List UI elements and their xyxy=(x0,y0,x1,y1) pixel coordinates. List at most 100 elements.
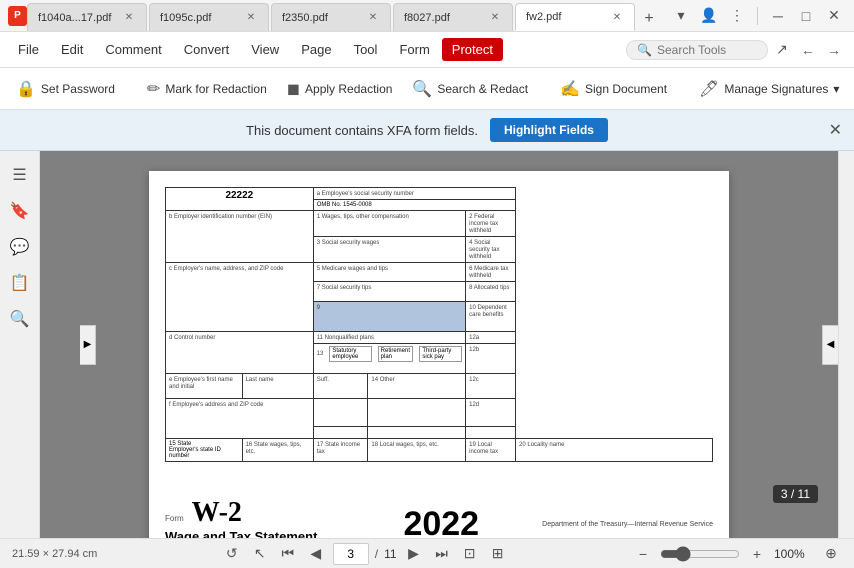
form-title: Wage and Tax Statement xyxy=(165,529,340,539)
dropdown-arrow-icon: ▾ xyxy=(833,82,839,96)
collapse-left-button[interactable]: ▶ xyxy=(80,325,96,365)
menu-view[interactable]: View xyxy=(241,38,289,61)
page-input[interactable] xyxy=(333,543,369,565)
box13-cell: 13 Statutory employee Retirement plan Th… xyxy=(313,344,465,374)
close-tab-icon[interactable]: ✕ xyxy=(244,11,258,25)
minimize-button[interactable]: ─ xyxy=(766,4,790,28)
pointer-button[interactable]: ↖ xyxy=(249,543,271,565)
back-icon[interactable]: ← xyxy=(796,38,820,62)
menu-edit[interactable]: Edit xyxy=(51,38,93,61)
box12c-cell: 12c xyxy=(466,374,516,399)
search-redact-icon: 🔍 xyxy=(412,79,432,99)
menu-tool[interactable]: Tool xyxy=(344,38,388,61)
form-year: 2022 xyxy=(403,505,479,538)
sidebar-menu-icon[interactable]: ☰ xyxy=(4,159,36,191)
apply-redaction-label: Apply Redaction xyxy=(305,82,392,96)
box3-cell: 3 Social security wages xyxy=(313,237,465,263)
restore-button[interactable]: □ xyxy=(794,4,818,28)
set-password-label: Set Password xyxy=(41,82,115,96)
mark-redaction-button[interactable]: ✏ Mark for Redaction xyxy=(139,75,275,103)
sidebar-comment-icon[interactable]: 💬 xyxy=(4,231,36,263)
close-tab-icon[interactable]: ✕ xyxy=(488,11,502,25)
prev-page-button[interactable]: ◀ xyxy=(305,543,327,565)
menu-file[interactable]: File xyxy=(8,38,49,61)
sign-document-label: Sign Document xyxy=(585,82,667,96)
page-total: 11 xyxy=(384,547,396,561)
page-badge: 3 / 11 xyxy=(773,485,818,503)
set-password-button[interactable]: 🔒 Set Password xyxy=(8,75,123,103)
xfa-message: This document contains XFA form fields. xyxy=(246,123,478,138)
box1-cell: 1 Wages, tips, other compensation xyxy=(313,211,465,237)
ein-label-cell: b Employer identification number (EIN) xyxy=(166,211,314,263)
mark-icon: ✏ xyxy=(147,79,160,99)
tab-f2350[interactable]: f2350.pdf ✕ xyxy=(271,3,391,31)
last-name-cell: Last name xyxy=(242,374,313,399)
new-tab-button[interactable]: + xyxy=(637,7,661,31)
protect-toolbar: 🔒 Set Password ✏ Mark for Redaction ◼ Ap… xyxy=(0,68,854,110)
lock-icon: 🔒 xyxy=(16,79,36,99)
tab-f1040a[interactable]: f1040a...17.pdf ✕ xyxy=(27,3,147,31)
menu-convert[interactable]: Convert xyxy=(174,38,240,61)
sidebar-pages-icon[interactable]: 📋 xyxy=(4,267,36,299)
close-tab-icon[interactable]: ✕ xyxy=(122,11,136,25)
dropdown-icon[interactable]: ▾ xyxy=(669,4,693,28)
search-input[interactable] xyxy=(657,43,757,57)
box18-cell: 18 Local wages, tips, etc. xyxy=(368,439,466,462)
box15-cell: 15 State Employer's state ID number xyxy=(166,439,243,462)
form-number: W-2 xyxy=(192,497,242,528)
zoom-out-button[interactable]: − xyxy=(632,543,654,565)
profile-icon[interactable]: 👤 xyxy=(697,4,721,28)
close-button[interactable]: ✕ xyxy=(822,4,846,28)
employer-name-cell: c Employer's name, address, and ZIP code xyxy=(166,263,314,332)
xfa-close-icon[interactable]: ✕ xyxy=(829,120,842,140)
omb-cell: OMB No. 1545-0008 xyxy=(313,200,515,211)
menu-form[interactable]: Form xyxy=(389,38,439,61)
menu-page[interactable]: Page xyxy=(291,38,341,61)
document-area[interactable]: ▶ 22222 a Employee's social security num… xyxy=(40,151,838,538)
empty-state-row xyxy=(166,462,713,487)
mark-redaction-label: Mark for Redaction xyxy=(165,82,266,96)
close-tab-icon[interactable]: ✕ xyxy=(610,10,624,24)
close-tab-icon[interactable]: ✕ xyxy=(366,11,380,25)
first-page-button[interactable]: ⏮ xyxy=(277,543,299,565)
collapse-right-button[interactable]: ◀ xyxy=(822,325,838,365)
box11-cell: 11 Nonqualified plans xyxy=(313,332,465,344)
tab-label: fw2.pdf xyxy=(526,11,561,23)
menu-protect[interactable]: Protect xyxy=(442,38,503,61)
w2-form: 22222 a Employee's social security numbe… xyxy=(165,187,713,538)
zoom-slider[interactable] xyxy=(660,546,740,562)
expand-button[interactable]: ⊕ xyxy=(820,543,842,565)
sidebar-bookmark-icon[interactable]: 🔖 xyxy=(4,195,36,227)
apply-icon: ◼ xyxy=(287,79,300,99)
fit-page-button[interactable]: ⊡ xyxy=(459,543,481,565)
navigation-controls: ↺ ↖ ⏮ ◀ / 11 ▶ ⏭ ⊡ ⊞ xyxy=(105,543,624,565)
next-page-button[interactable]: ▶ xyxy=(403,543,425,565)
menu-icon[interactable]: ⋮ xyxy=(725,4,749,28)
tab-fw2[interactable]: fw2.pdf ✕ xyxy=(515,3,635,31)
box6-cell: 6 Medicare tax withheld xyxy=(466,263,516,282)
apply-redaction-button[interactable]: ◼ Apply Redaction xyxy=(279,75,401,103)
highlight-fields-button[interactable]: Highlight Fields xyxy=(490,118,608,142)
zoom-controls: − + 100% ⊕ xyxy=(632,543,842,565)
search-tools[interactable]: 🔍 xyxy=(626,40,768,60)
ein-number: 22222 xyxy=(166,188,314,211)
box5-cell: 5 Medicare wages and tips xyxy=(313,263,465,282)
manage-signatures-button[interactable]: 🖊 Manage Signatures ▾ xyxy=(691,75,847,103)
zoom-in-button[interactable]: + xyxy=(746,543,768,565)
sidebar-search-icon[interactable]: 🔍 xyxy=(4,303,36,335)
rotate-button[interactable]: ↺ xyxy=(221,543,243,565)
fit-width-button[interactable]: ⊞ xyxy=(487,543,509,565)
window-controls: ▾ 👤 ⋮ ─ □ ✕ xyxy=(669,4,846,28)
search-redact-button[interactable]: 🔍 Search & Redact xyxy=(404,75,536,103)
share-icon[interactable]: ↗ xyxy=(770,38,794,62)
sign-document-button[interactable]: ✍ Sign Document xyxy=(552,75,675,103)
tab-f1095c[interactable]: f1095c.pdf ✕ xyxy=(149,3,269,31)
box12b-cell: 12b xyxy=(466,344,516,374)
treasury-text: Department of the Treasury—Internal Reve… xyxy=(542,521,713,528)
box4-cell: 4 Social security tax withheld xyxy=(466,237,516,263)
signature-icon: 🖊 xyxy=(699,79,719,99)
forward-icon[interactable]: → xyxy=(822,38,846,62)
last-page-button[interactable]: ⏭ xyxy=(431,543,453,565)
tab-f8027[interactable]: f8027.pdf ✕ xyxy=(393,3,513,31)
menu-comment[interactable]: Comment xyxy=(95,38,171,61)
